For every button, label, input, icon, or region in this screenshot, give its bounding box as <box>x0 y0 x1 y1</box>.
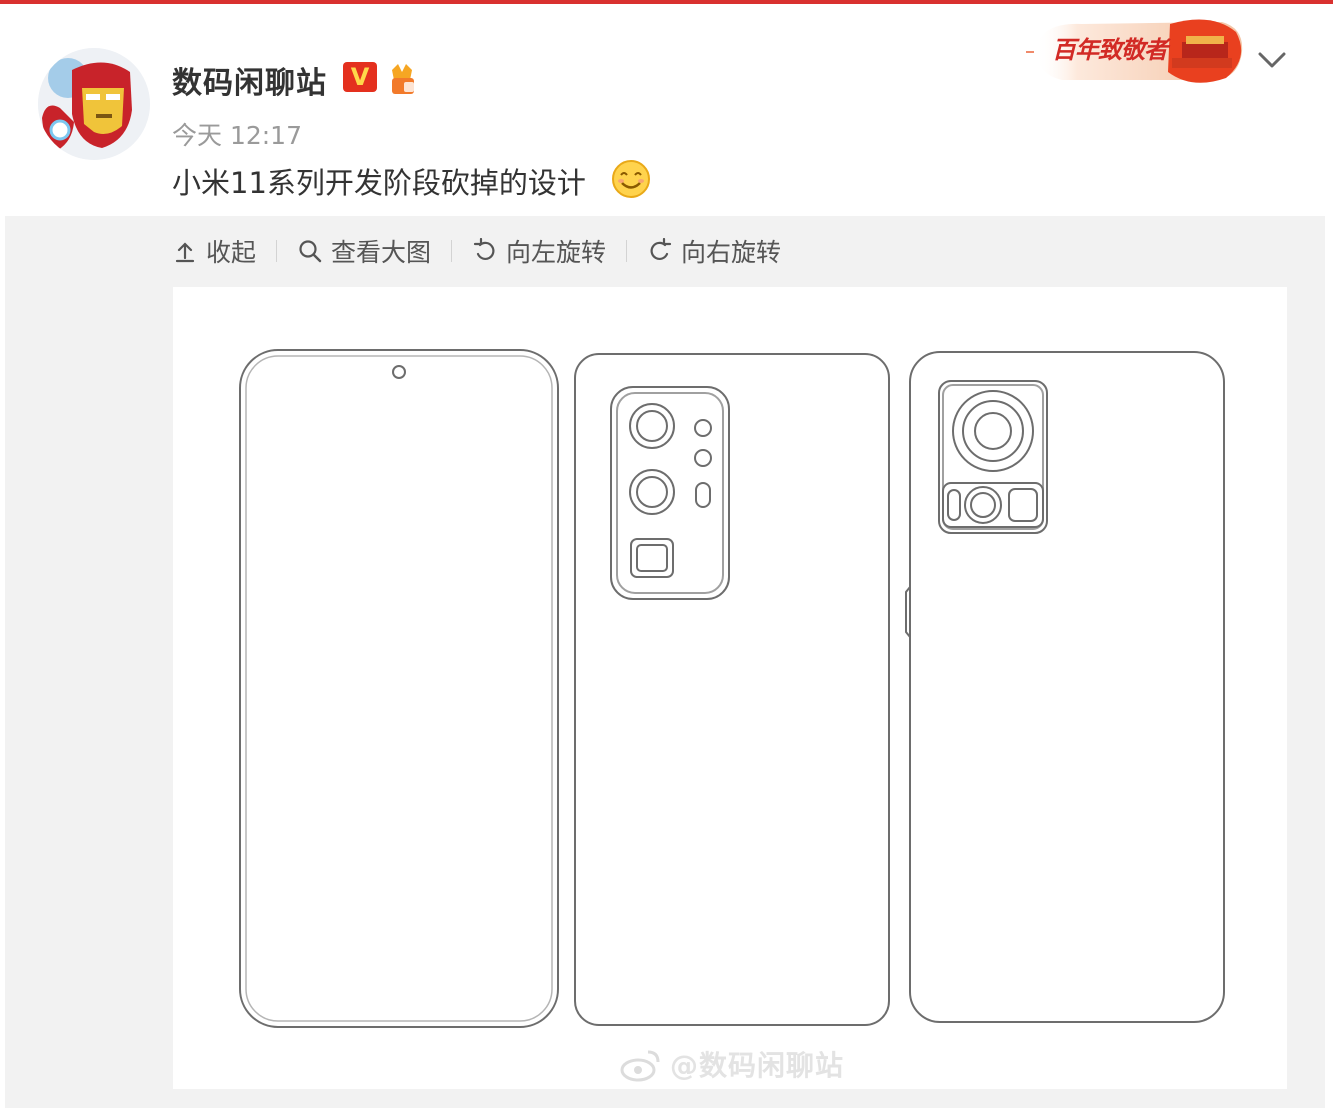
watermark-text: @数码闲聊站 <box>670 1049 845 1082</box>
rotate-left-label: 向左旋转 <box>506 238 607 267</box>
rotate-left-button[interactable]: 向左旋转 <box>472 233 606 269</box>
toolbar-divider <box>276 240 278 262</box>
verified-badge[interactable]: V <box>343 62 377 92</box>
toolbar-divider <box>626 240 628 262</box>
iron-man-avatar-icon <box>38 48 150 160</box>
chevron-down-icon[interactable] <box>1254 44 1290 74</box>
rotate-right-button[interactable]: 向右旋转 <box>647 233 781 269</box>
phone-back-camera-module-outline <box>574 353 890 1026</box>
collapse-label: 收起 <box>206 238 257 267</box>
rotate-right-icon <box>650 238 672 261</box>
phone-sketches <box>239 349 1225 1028</box>
rotate-left-icon <box>473 238 495 261</box>
rotate-right-label: 向右旋转 <box>681 238 782 267</box>
search-icon <box>299 240 322 263</box>
image-watermark: @数码闲聊站 <box>620 1044 844 1084</box>
toolbar-divider <box>451 240 453 262</box>
image-toolbar: 收起 查看大图 向左旋转 向右旋转 <box>172 232 781 270</box>
avatar[interactable] <box>38 48 150 160</box>
banner-text: 百年致敬者 <box>1052 35 1168 64</box>
phone-front-outline <box>239 349 559 1028</box>
weibo-logo-icon <box>620 1050 660 1082</box>
username[interactable]: 数码闲聊站 <box>172 58 327 102</box>
view-large-label: 查看大图 <box>331 238 432 267</box>
post-image[interactable] <box>173 287 1287 1089</box>
phone-back-square-camera-outline <box>905 351 1225 1023</box>
view-large-button[interactable]: 查看大图 <box>297 233 431 269</box>
post-timestamp[interactable]: 今天 12:17 <box>172 116 302 152</box>
post-text: 小米11系列开发阶段砍掉的设计 <box>172 166 586 200</box>
fan-badge-icon[interactable] <box>384 60 420 96</box>
collapse-up-icon <box>175 242 195 263</box>
smile-emoji-icon <box>610 158 652 200</box>
collapse-button[interactable]: 收起 <box>172 233 256 269</box>
